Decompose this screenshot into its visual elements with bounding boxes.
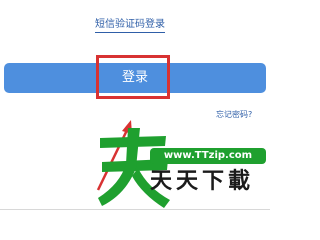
divider <box>0 209 270 210</box>
watermark-site-name: 天天下載 <box>150 169 255 194</box>
watermark-url: www.TTzip.com <box>150 148 266 164</box>
